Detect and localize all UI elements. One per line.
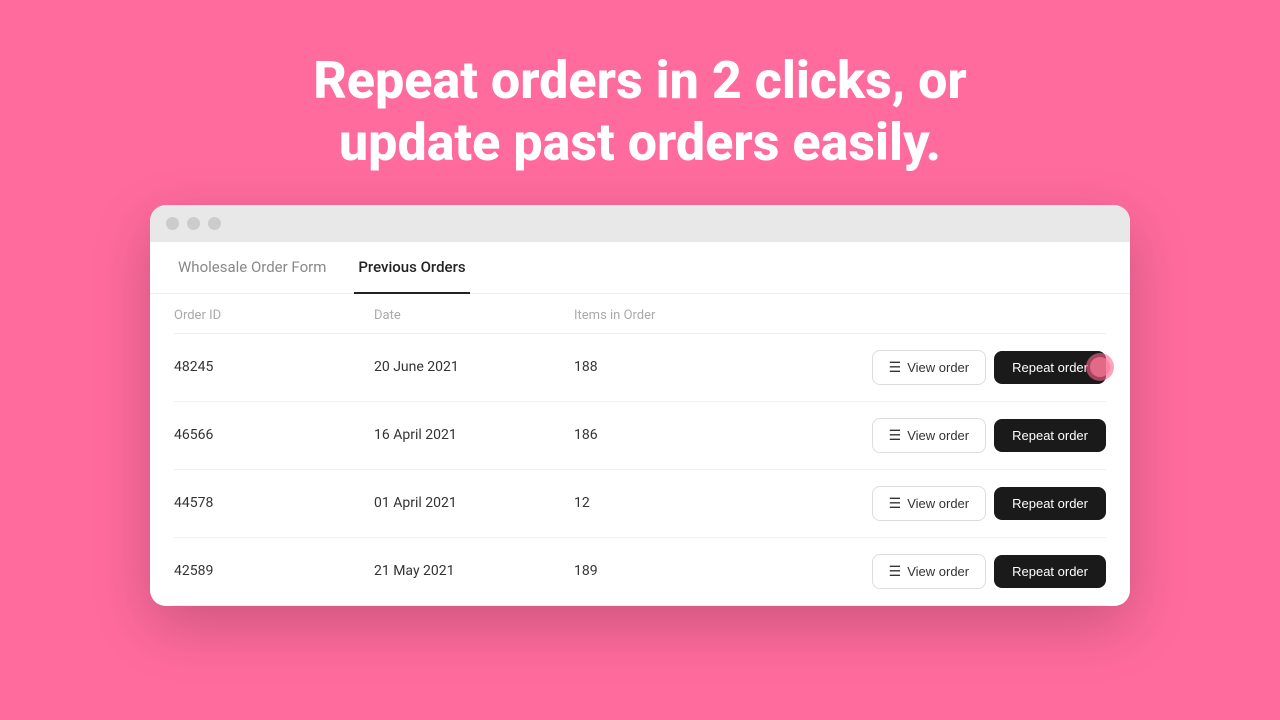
view-order-button-4[interactable]: ☰ View order xyxy=(872,554,986,589)
order-date-2: 16 April 2021 xyxy=(374,427,574,443)
repeat-order-button-4[interactable]: Repeat order xyxy=(994,555,1106,588)
app-container: Wholesale Order Form Previous Orders Ord… xyxy=(150,242,1130,606)
table-header-row: Order ID Date Items in Order xyxy=(174,294,1106,334)
view-icon-1: ☰ xyxy=(889,359,902,376)
view-icon-4: ☰ xyxy=(889,563,902,580)
order-date-3: 01 April 2021 xyxy=(374,495,574,511)
cursor-indicator xyxy=(1090,357,1110,377)
table-row: 46566 16 April 2021 186 ☰ View order Rep… xyxy=(174,402,1106,470)
table-row: 42589 21 May 2021 189 ☰ View order Repea… xyxy=(174,538,1106,606)
view-order-button-1[interactable]: ☰ View order xyxy=(872,350,986,385)
browser-dot-green xyxy=(208,217,221,230)
repeat-order-button-2[interactable]: Repeat order xyxy=(994,419,1106,452)
header-date: Date xyxy=(374,308,574,323)
order-items-2: 186 xyxy=(574,427,872,443)
view-icon-2: ☰ xyxy=(889,427,902,444)
hero-line2: update past orders easily. xyxy=(339,112,941,173)
browser-window: Wholesale Order Form Previous Orders Ord… xyxy=(150,205,1130,606)
order-id-2: 46566 xyxy=(174,427,374,443)
view-order-button-3[interactable]: ☰ View order xyxy=(872,486,986,521)
order-actions-2: ☰ View order Repeat order xyxy=(872,418,1106,453)
order-items-1: 188 xyxy=(574,359,872,375)
repeat-order-button-3[interactable]: Repeat order xyxy=(994,487,1106,520)
tab-bar: Wholesale Order Form Previous Orders xyxy=(150,242,1130,294)
browser-chrome xyxy=(150,205,1130,242)
order-actions-4: ☰ View order Repeat order xyxy=(872,554,1106,589)
order-id-3: 44578 xyxy=(174,495,374,511)
order-id-1: 48245 xyxy=(174,359,374,375)
table-row: 48245 20 June 2021 188 ☰ View order Repe… xyxy=(174,334,1106,402)
view-order-button-2[interactable]: ☰ View order xyxy=(872,418,986,453)
repeat-order-button-1[interactable]: Repeat order xyxy=(994,351,1106,384)
tab-previous-orders[interactable]: Previous Orders xyxy=(354,242,469,294)
view-icon-3: ☰ xyxy=(889,495,902,512)
order-id-4: 42589 xyxy=(174,563,374,579)
header-order-id: Order ID xyxy=(174,308,374,323)
order-date-4: 21 May 2021 xyxy=(374,563,574,579)
orders-table: Order ID Date Items in Order 48245 20 Ju… xyxy=(150,294,1130,606)
order-date-1: 20 June 2021 xyxy=(374,359,574,375)
order-items-4: 189 xyxy=(574,563,872,579)
header-items: Items in Order xyxy=(574,308,1106,323)
tab-wholesale-order-form[interactable]: Wholesale Order Form xyxy=(174,242,330,294)
order-actions-1: ☰ View order Repeat order xyxy=(872,350,1106,385)
browser-dot-yellow xyxy=(187,217,200,230)
table-row: 44578 01 April 2021 12 ☰ View order Repe… xyxy=(174,470,1106,538)
order-actions-3: ☰ View order Repeat order xyxy=(872,486,1106,521)
hero-line1: Repeat orders in 2 clicks, or xyxy=(313,50,967,111)
hero-section: Repeat orders in 2 clicks, or update pas… xyxy=(293,0,987,205)
browser-dot-red xyxy=(166,217,179,230)
order-items-3: 12 xyxy=(574,495,872,511)
